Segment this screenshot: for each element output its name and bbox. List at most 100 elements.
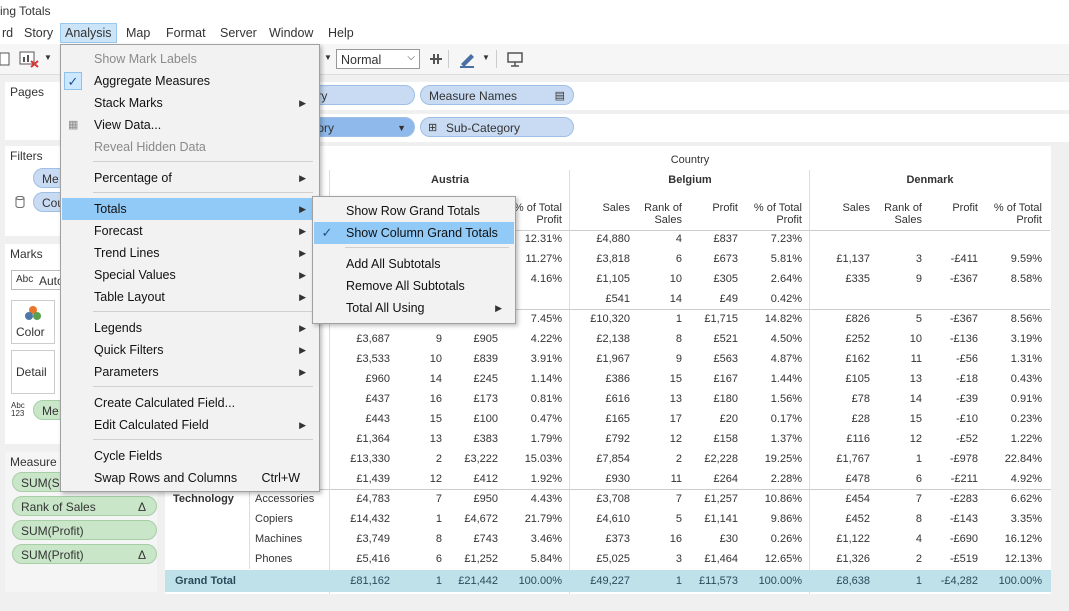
table-cell: 21.79% bbox=[524, 513, 562, 525]
menu-map[interactable]: Map bbox=[122, 24, 154, 42]
measure-header: Rank of Sales bbox=[644, 202, 682, 226]
menu-item-legends[interactable]: Legends ▶ bbox=[62, 317, 318, 339]
table-cell bbox=[926, 229, 978, 249]
table-cell: 2.28% bbox=[770, 473, 802, 485]
table-cell: 11 bbox=[910, 353, 922, 365]
table-cell: 1 bbox=[435, 513, 442, 525]
database-icon bbox=[15, 196, 25, 208]
menu-item-totals[interactable]: Totals ▶ bbox=[62, 198, 318, 220]
measure-pill[interactable]: Rank of Sales Δ bbox=[12, 496, 157, 516]
table-cell: 5 bbox=[915, 313, 922, 325]
detail-button[interactable]: Detail bbox=[11, 350, 55, 394]
menu-item-edit-calculated-field[interactable]: Edit Calculated Field ▶ bbox=[62, 414, 318, 436]
table-cell: £305 bbox=[713, 273, 738, 285]
menu-story[interactable]: Story bbox=[20, 24, 57, 42]
table-cell: £839 bbox=[473, 353, 498, 365]
menu-item-percentage-of[interactable]: Percentage of ▶ bbox=[62, 167, 318, 189]
table-cell: -£10 bbox=[955, 413, 978, 425]
menu-item-parameters[interactable]: Parameters ▶ bbox=[62, 361, 318, 383]
menu-item-remove-all-subtotals[interactable]: Remove All Subtotals bbox=[314, 275, 514, 297]
table-cell: £165 bbox=[605, 413, 630, 425]
table-cell: 3 bbox=[675, 553, 682, 565]
menu-item-show-mark-labels[interactable]: Show Mark Labels bbox=[62, 48, 318, 70]
menu-format[interactable]: Format bbox=[162, 24, 210, 42]
table-cell: £616 bbox=[605, 393, 630, 405]
menu-item-view-data[interactable]: ▦ View Data... bbox=[62, 114, 318, 136]
table-cell: £454 bbox=[845, 493, 870, 505]
row-header-divider bbox=[249, 489, 250, 569]
table-cell bbox=[810, 229, 870, 249]
submenu-arrow-icon: ▶ bbox=[299, 270, 306, 280]
table-cell: £905 bbox=[473, 333, 498, 345]
menu-item-cycle-fields[interactable]: Cycle Fields bbox=[62, 445, 318, 467]
expand-icon[interactable]: ⊞ bbox=[428, 118, 437, 138]
table-cell: £3,708 bbox=[596, 493, 630, 505]
table-cell: £1,141 bbox=[704, 513, 738, 525]
table-cell: -£690 bbox=[949, 533, 978, 545]
chevron-down-icon[interactable]: ▼ bbox=[44, 53, 52, 62]
menu-item-total-all-using[interactable]: Total All Using ▶ bbox=[314, 297, 514, 319]
menu-item-quick-filters[interactable]: Quick Filters ▶ bbox=[62, 339, 318, 361]
table-cell: 6.62% bbox=[1010, 493, 1042, 505]
chevron-down-icon[interactable]: ▼ bbox=[397, 118, 406, 138]
rows-pill-sub-category[interactable]: ⊞ Sub-Category bbox=[420, 117, 574, 137]
table-cell: 1.31% bbox=[1010, 353, 1042, 365]
filters-shelf[interactable]: Filters Me Cou bbox=[5, 146, 73, 236]
table-cell bbox=[926, 289, 978, 309]
table-cell: 7 bbox=[915, 493, 922, 505]
sort-icon[interactable]: ▤ bbox=[555, 86, 565, 106]
menu-analysis[interactable]: Analysis bbox=[60, 23, 117, 43]
table-cell: 14 bbox=[909, 393, 922, 405]
fix-axes-icon[interactable] bbox=[428, 51, 444, 67]
grand-total-cell: -£4,282 bbox=[940, 575, 978, 587]
grand-total-cell: £8,638 bbox=[836, 575, 870, 587]
clear-sheet-icon[interactable] bbox=[18, 50, 42, 68]
fit-select[interactable]: Normal ⌵ bbox=[336, 49, 420, 69]
menu-item-show-row-grand-totals[interactable]: Show Row Grand Totals bbox=[314, 200, 514, 222]
menu-dashboard[interactable]: rd bbox=[0, 24, 17, 42]
menu-window[interactable]: Window bbox=[265, 24, 317, 42]
menu-item-forecast[interactable]: Forecast ▶ bbox=[62, 220, 318, 242]
table-cell: £950 bbox=[473, 493, 498, 505]
table-cell: £3,749 bbox=[356, 533, 390, 545]
measure-pill[interactable]: SUM(Profit) Δ bbox=[12, 544, 157, 564]
measure-header: Profit bbox=[952, 202, 978, 214]
menu-item-reveal-hidden-data[interactable]: Reveal Hidden Data bbox=[62, 136, 318, 158]
measure-pill[interactable]: SUM(Profit) bbox=[12, 520, 157, 540]
menu-item-swap-rows-columns[interactable]: Swap Rows and Columns Ctrl+W bbox=[62, 467, 318, 489]
rows-pill-category[interactable]: tory ▼ bbox=[305, 117, 415, 137]
columns-pill-country[interactable]: try bbox=[305, 85, 415, 105]
menu-item-trend-lines[interactable]: Trend Lines ▶ bbox=[62, 242, 318, 264]
table-cell: 12.65% bbox=[764, 553, 802, 565]
presentation-mode-icon[interactable] bbox=[506, 50, 524, 68]
save-icon[interactable] bbox=[0, 52, 10, 66]
chevron-down-icon[interactable]: ▼ bbox=[324, 53, 332, 62]
table-cell: £443 bbox=[365, 413, 390, 425]
highlight-icon[interactable] bbox=[458, 50, 478, 68]
table-cell: £4,610 bbox=[596, 513, 630, 525]
table-cell: 0.43% bbox=[1010, 373, 1042, 385]
pages-shelf[interactable]: Pages bbox=[5, 82, 61, 140]
table-cell: 11 bbox=[670, 473, 682, 485]
menu-item-add-all-subtotals[interactable]: Add All Subtotals bbox=[314, 253, 514, 275]
menu-item-special-values[interactable]: Special Values ▶ bbox=[62, 264, 318, 286]
menu-item-show-column-grand-totals[interactable]: ✓ Show Column Grand Totals bbox=[314, 222, 514, 244]
menu-separator bbox=[93, 311, 313, 312]
menu-help[interactable]: Help bbox=[324, 24, 358, 42]
grand-total-cell: 1 bbox=[915, 575, 922, 587]
color-button[interactable]: Color bbox=[11, 300, 55, 344]
menu-server[interactable]: Server bbox=[216, 24, 261, 42]
check-icon: ✓ bbox=[64, 72, 82, 90]
submenu-arrow-icon: ▶ bbox=[299, 367, 306, 377]
menu-item-create-calculated-field[interactable]: Create Calculated Field... bbox=[62, 392, 318, 414]
table-cell: £28 bbox=[851, 413, 870, 425]
menu-item-aggregate-measures[interactable]: ✓ Aggregate Measures bbox=[62, 70, 318, 92]
table-cell: 12.13% bbox=[1004, 553, 1042, 565]
table-cell: -£411 bbox=[950, 253, 978, 265]
columns-pill-measure-names[interactable]: Measure Names ▤ bbox=[420, 85, 574, 105]
table-cell: 16 bbox=[429, 393, 442, 405]
menu-item-table-layout[interactable]: Table Layout ▶ bbox=[62, 286, 318, 308]
chevron-down-icon[interactable]: ▼ bbox=[482, 53, 490, 62]
menu-item-stack-marks[interactable]: Stack Marks ▶ bbox=[62, 92, 318, 114]
table-cell: 2 bbox=[675, 453, 682, 465]
